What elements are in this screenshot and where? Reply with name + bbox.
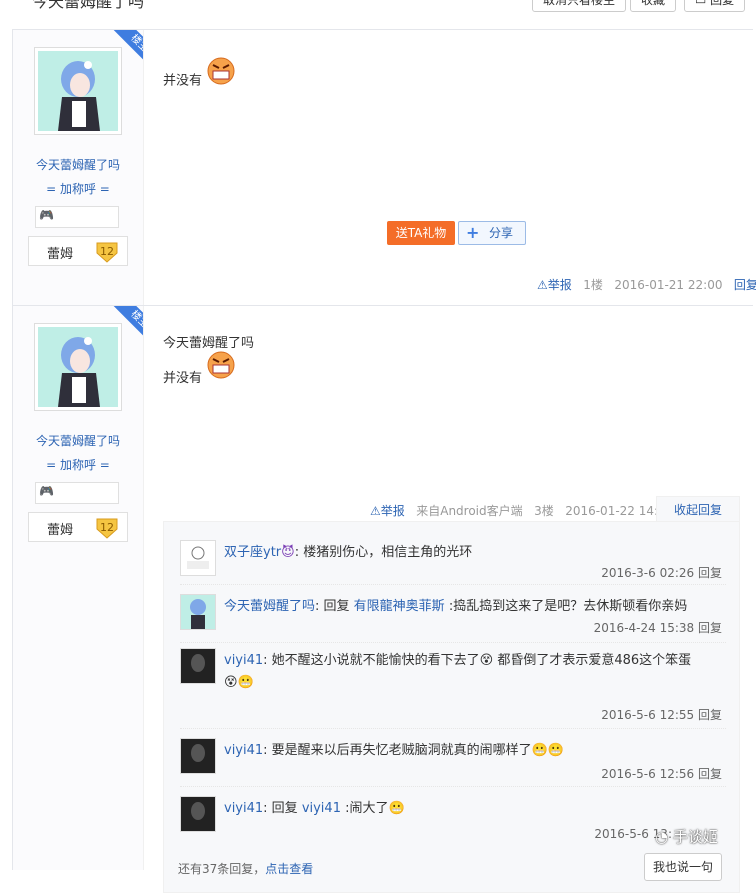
devil-emoji-icon: 😈	[281, 545, 295, 560]
author-sidebar: 今天蕾姆醒了吗 = 加称呼 = 🎮 蕾姆 12	[13, 306, 144, 870]
author-name[interactable]: 今天蕾姆醒了吗	[13, 156, 143, 173]
gamepad-icon: 🎮	[39, 484, 54, 498]
gamepad-icon: 🎮	[39, 208, 54, 222]
angry-emoji-icon: 😬😬	[531, 743, 565, 758]
reply-author[interactable]: 双子座ytr	[224, 545, 281, 560]
warning-icon: ⚠	[537, 278, 548, 292]
floor-number: 1楼	[583, 278, 603, 292]
avatar[interactable]	[180, 796, 216, 832]
wechat-icon: ◔	[655, 828, 669, 846]
reply-text: 今天蕾姆醒了吗: 回复 有限龍神奥菲斯 :捣乱捣到这来了是吧？去休斯顿看你亲妈	[224, 599, 688, 614]
reply-time: 2016-5-6 12:56	[601, 767, 695, 781]
floor-number: 3楼	[534, 504, 554, 518]
avatar[interactable]	[180, 738, 216, 774]
member-badge[interactable]: 蕾姆 12	[28, 236, 128, 266]
op-corner-tag: 楼主	[101, 30, 143, 72]
post-floor-1: 今天蕾姆醒了吗 = 加称呼 = 🎮 蕾姆 12 楼主 并没有 送TA礼物 + 分…	[12, 29, 756, 306]
fold-replies-button[interactable]: 收起回复	[656, 496, 740, 524]
share-button[interactable]: + 分享	[458, 221, 526, 245]
reply-text: viyi41: 回复 viyi41 :闹大了😬	[224, 801, 405, 816]
plus-icon: +	[466, 223, 480, 242]
reply-time: 2016-3-6 02:26	[601, 566, 695, 580]
reply-button[interactable]: ▭ 回复	[684, 0, 746, 12]
level-badge-icon: 12	[95, 239, 119, 267]
reply-meta: 2016-5-6 12:55 回复	[601, 706, 722, 723]
author-title[interactable]: = 加称呼 =	[13, 456, 143, 473]
reply-time: 2016-4-24 15:38	[593, 621, 695, 635]
post-content: 今天蕾姆醒了吗 并没有	[163, 330, 254, 399]
reply-text: 双子座ytr😈: 楼猪别伤心，相信主角的光环	[224, 545, 473, 560]
reply-link[interactable]: 回复	[698, 621, 722, 635]
angry-emoji-icon	[206, 56, 236, 90]
post-floor-3: 今天蕾姆醒了吗 = 加称呼 = 🎮 蕾姆 12 楼主 今天蕾姆醒了吗 并没有 ⚠…	[12, 305, 753, 893]
post-time: 2016-01-21 22:00	[614, 278, 723, 292]
post-footer: ⚠举报 来自Android客户端 3楼 2016-01-22 14:33	[370, 502, 673, 519]
report-link[interactable]: ⚠举报	[537, 278, 572, 292]
list-item: viyi41: 回复 viyi41 :闹大了😬 2016-5-6 13:	[180, 796, 726, 846]
list-item: 双子座ytr😈: 楼猪别伤心，相信主角的光环 2016-3-6 02:26 回复	[180, 540, 726, 585]
reply-link[interactable]: 回复	[698, 767, 722, 781]
list-item: viyi41: 她不醒这小说就不能愉快的看下去了😵 都昏倒了才表示爱意486这个…	[180, 648, 726, 729]
avatar[interactable]	[180, 540, 216, 576]
author-name[interactable]: 今天蕾姆醒了吗	[13, 432, 143, 449]
badge-name: 蕾姆	[47, 247, 74, 262]
list-item: 今天蕾姆醒了吗: 回复 有限龍神奥菲斯 :捣乱捣到这来了是吧？去休斯顿看你亲妈 …	[180, 594, 726, 643]
list-item: viyi41: 要是醒来以后再失忆老贼脑洞就真的闹哪样了😬😬 2016-5-6 …	[180, 738, 726, 787]
post-source: 来自Android客户端	[416, 504, 523, 518]
op-corner-tag: 楼主	[101, 306, 143, 348]
reply-target[interactable]: viyi41	[302, 801, 341, 816]
reply-author[interactable]: viyi41	[224, 801, 263, 816]
reply-meta: 2016-4-24 15:38 回复	[594, 619, 722, 636]
avatar[interactable]	[180, 648, 216, 684]
reply-author[interactable]: 今天蕾姆醒了吗	[224, 599, 315, 614]
author-title[interactable]: = 加称呼 =	[13, 180, 143, 197]
reply-author[interactable]: viyi41	[224, 653, 263, 668]
svg-text:12: 12	[100, 521, 114, 534]
thread-title: 今天蕾姆醒了吗	[32, 0, 145, 11]
reply-text: viyi41: 她不醒这小说就不能愉快的看下去了😵 都昏倒了才表示爱意486这个…	[224, 653, 692, 690]
reply-meta: 2016-5-6 12:56 回复	[601, 765, 722, 782]
post-content: 并没有	[163, 57, 236, 98]
reply-target[interactable]: 有限龍神奥菲斯	[354, 599, 445, 614]
game-badge-box[interactable]: 🎮	[35, 482, 119, 504]
reply-meta: 2016-3-6 02:26 回复	[601, 564, 722, 581]
post-footer: ⚠举报 1楼 2016-01-21 22:00 回复	[537, 276, 756, 293]
badge-name: 蕾姆	[47, 523, 74, 538]
sub-replies-panel: 双子座ytr😈: 楼猪别伤心，相信主角的光环 2016-3-6 02:26 回复…	[163, 521, 740, 893]
angry-emoji-icon: 😬	[388, 801, 405, 816]
favorite-button[interactable]: 收藏	[630, 0, 677, 12]
view-more-link[interactable]: 点击查看	[265, 862, 313, 876]
angry-emoji-icon: 😬	[237, 675, 254, 690]
reply-author[interactable]: viyi41	[224, 743, 263, 758]
floor-reply-link[interactable]: 回复	[734, 278, 756, 292]
thread-header: 今天蕾姆醒了吗 取消只看楼主 收藏 ▭ 回复	[0, 0, 756, 14]
report-link[interactable]: ⚠举报	[370, 504, 405, 518]
reply-text: viyi41: 要是醒来以后再失忆老贼脑洞就真的闹哪样了😬😬	[224, 743, 565, 758]
avatar[interactable]	[180, 594, 216, 630]
cry-emoji-icon: 😵	[224, 675, 238, 690]
reply-time: 2016-5-6 12:55	[601, 708, 695, 722]
warning-icon: ⚠	[370, 504, 381, 518]
only-op-button[interactable]: 取消只看楼主	[532, 0, 627, 12]
say-something-button[interactable]: 我也说一句	[644, 853, 722, 881]
watermark: ◔ 手谈姬	[655, 828, 718, 846]
comment-icon: ▭	[695, 0, 707, 7]
svg-text:12: 12	[100, 245, 114, 258]
game-badge-box[interactable]: 🎮	[35, 206, 119, 228]
reply-link[interactable]: 回复	[698, 708, 722, 722]
angry-emoji-icon	[206, 350, 236, 391]
level-badge-icon: 12	[95, 515, 119, 543]
member-badge[interactable]: 蕾姆 12	[28, 512, 128, 542]
cry-emoji-icon: 😵	[479, 653, 494, 668]
reply-link[interactable]: 回复	[698, 566, 722, 580]
send-gift-button[interactable]: 送TA礼物	[387, 221, 455, 245]
